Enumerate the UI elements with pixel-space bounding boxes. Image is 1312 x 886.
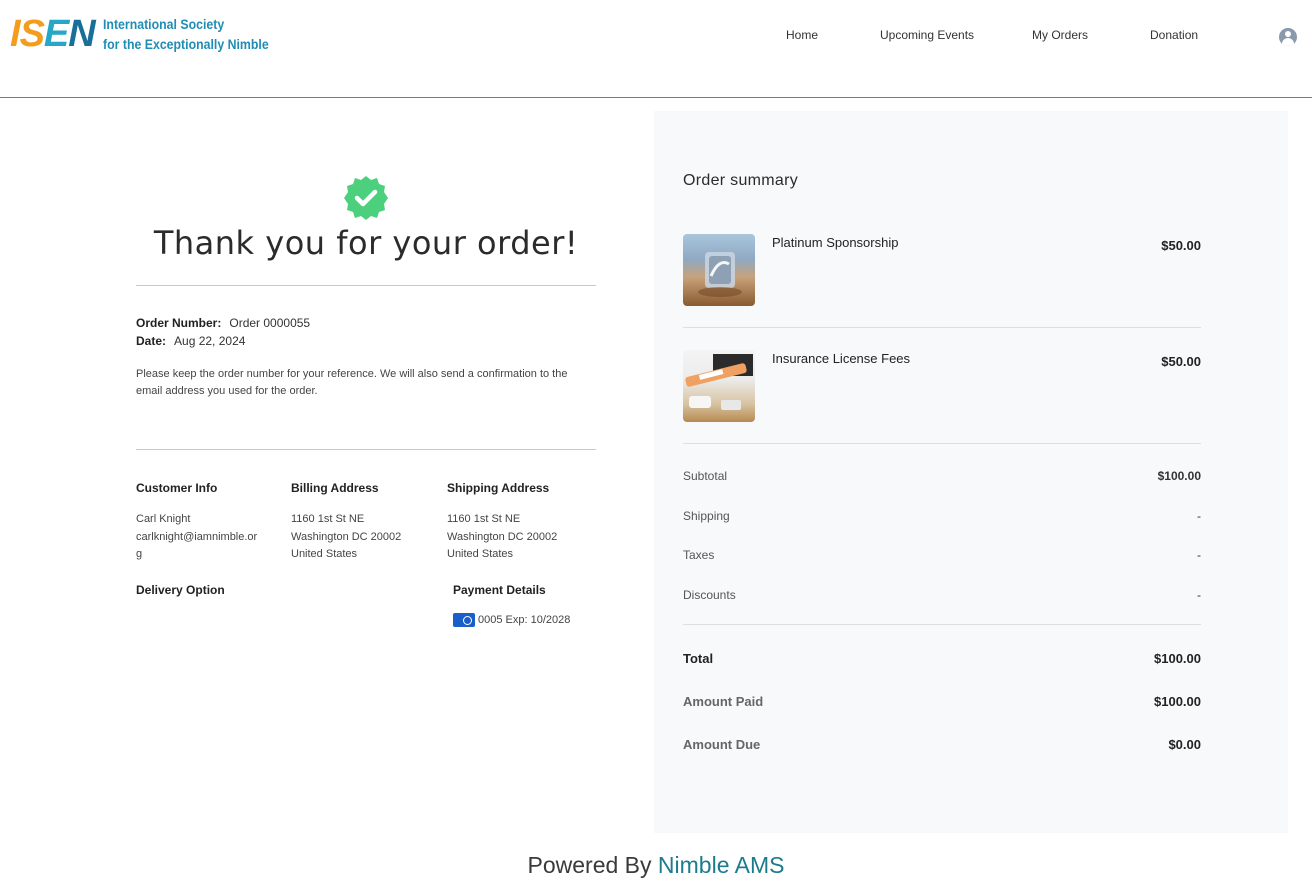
- isen-logo[interactable]: ISEN International Society for the Excep…: [10, 12, 291, 56]
- taxes-value: -: [1197, 548, 1201, 562]
- logo-mark: ISEN: [10, 12, 96, 56]
- subtotal-label: Subtotal: [683, 469, 728, 483]
- billing-address: 1160 1st St NE Washington DC 20002 Unite…: [291, 511, 431, 564]
- order-summary-title: Order summary: [683, 172, 799, 189]
- nav-home[interactable]: Home: [786, 28, 818, 42]
- shipping-line-1: 1160 1st St NE: [447, 513, 521, 525]
- customer-info-title: Customer Info: [136, 481, 218, 495]
- divider: [136, 449, 596, 450]
- verified-check-icon: [344, 176, 388, 220]
- nav-upcoming-events[interactable]: Upcoming Events: [880, 28, 974, 42]
- billing-line-3: United States: [291, 548, 358, 560]
- item-price: $50.00: [1161, 238, 1201, 253]
- page-title: Thank you for your order!: [153, 224, 579, 262]
- customer-name: Carl Knight: [136, 513, 191, 525]
- divider: [683, 624, 1201, 625]
- site-header: ISEN International Society for the Excep…: [0, 0, 1312, 98]
- shipping-address: 1160 1st St NE Washington DC 20002 Unite…: [447, 511, 587, 564]
- credit-card-icon: [453, 613, 475, 627]
- divider: [683, 327, 1201, 328]
- reference-note: Please keep the order number for your re…: [136, 368, 568, 397]
- billing-line-1: 1160 1st St NE: [291, 513, 365, 525]
- logo-letter-e: E: [43, 13, 69, 55]
- discounts-value: -: [1197, 588, 1201, 602]
- customer-email: carlknight@iamnimble.org: [136, 530, 258, 561]
- order-date: Date: Aug 22, 2024: [136, 334, 245, 348]
- amount-paid-value: $100.00: [1154, 694, 1201, 709]
- billing-address-title: Billing Address: [291, 481, 379, 495]
- amount-due-label: Amount Due: [683, 737, 761, 752]
- payment-card: 0005 Exp: 10/2028: [453, 613, 570, 627]
- logo-letter-i: I: [10, 13, 21, 55]
- divider: [683, 443, 1201, 444]
- billing-line-2: Washington DC 20002: [291, 530, 402, 543]
- order-number-label: Order Number:: [136, 316, 222, 330]
- subtotal-value: $100.00: [1157, 469, 1201, 483]
- logo-letter-n: N: [68, 13, 95, 55]
- user-avatar-icon[interactable]: [1279, 28, 1297, 46]
- divider: [136, 285, 596, 286]
- shipping-line-3: United States: [447, 548, 514, 560]
- amount-paid-label: Amount Paid: [683, 694, 764, 709]
- powered-by-footer: Powered By Nimble AMS: [0, 852, 1312, 879]
- order-number: Order Number: Order 0000055: [136, 316, 310, 330]
- item-name: Insurance License Fees: [772, 351, 911, 366]
- amount-due-value: $0.00: [1168, 737, 1201, 752]
- shipping-line-2: Washington DC 20002: [447, 530, 558, 543]
- shipping-label: Shipping: [683, 509, 730, 523]
- nav-my-orders[interactable]: My Orders: [1032, 28, 1088, 42]
- customer-info: Carl Knight carlknight@iamnimble.org: [136, 511, 258, 564]
- nimble-ams-link[interactable]: Nimble AMS: [658, 852, 785, 878]
- shipping-value: -: [1197, 509, 1201, 523]
- nav-donation[interactable]: Donation: [1150, 28, 1198, 42]
- delivery-option-title: Delivery Option: [136, 583, 225, 597]
- total-value: $100.00: [1154, 651, 1201, 666]
- item-name: Platinum Sponsorship: [772, 235, 899, 250]
- card-details: 0005 Exp: 10/2028: [478, 614, 571, 626]
- shipping-address-title: Shipping Address: [447, 481, 550, 495]
- total-label: Total: [683, 651, 714, 666]
- product-thumbnail: [683, 350, 755, 422]
- order-date-value: Aug 22, 2024: [174, 334, 246, 348]
- payment-details-title: Payment Details: [453, 583, 546, 597]
- product-thumbnail: [683, 234, 755, 306]
- logo-letter-s: S: [19, 13, 45, 55]
- logo-line-1: International Society: [102, 16, 224, 32]
- order-number-value: Order 0000055: [229, 316, 311, 330]
- order-date-label: Date:: [136, 334, 167, 348]
- powered-by-text: Powered By: [527, 852, 652, 878]
- item-price: $50.00: [1161, 354, 1201, 369]
- taxes-label: Taxes: [683, 548, 715, 562]
- logo-text: International Society for the Exceptiona…: [103, 14, 269, 54]
- logo-line-2: for the Exceptionally Nimble: [102, 36, 269, 52]
- discounts-label: Discounts: [683, 588, 736, 602]
